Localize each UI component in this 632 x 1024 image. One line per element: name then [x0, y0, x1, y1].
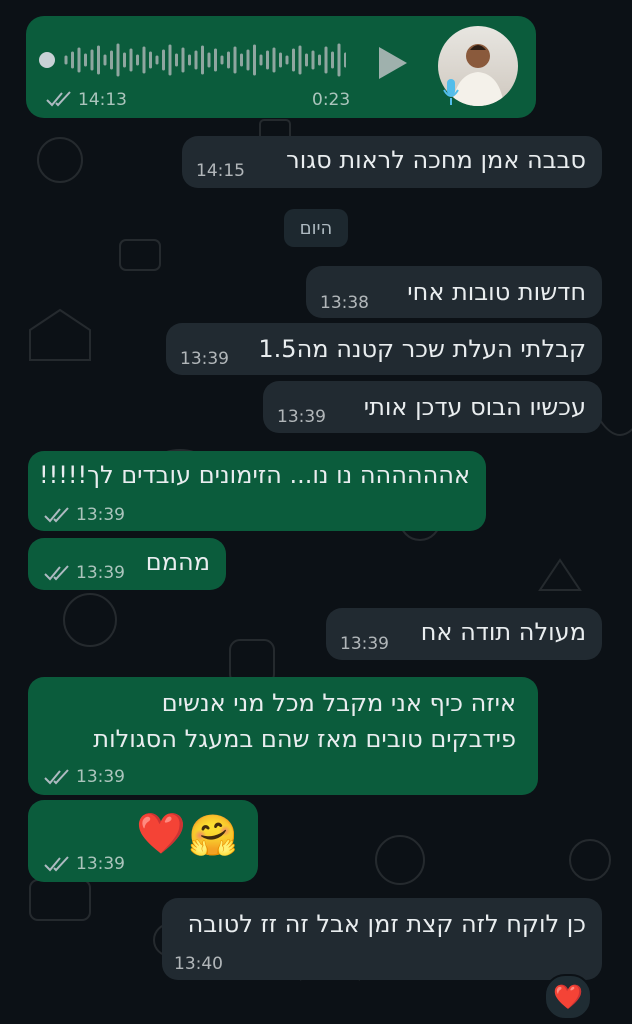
message-bubble[interactable]: כן לוקח לזה קצת זמן אבל זה זז לטובה 13:4…	[162, 898, 602, 980]
message-time: 13:39	[76, 505, 125, 525]
message-text: אהההההה נו נו... הזימונים עובדים לך!!!!!	[38, 461, 470, 489]
heart-reaction-icon: ❤️	[553, 983, 583, 1011]
message-text: סבבה אמן מחכה לראות סגור	[286, 146, 586, 174]
heart-emoji: ❤️	[136, 811, 186, 857]
read-ticks-icon	[44, 565, 69, 581]
message-time: 13:39	[76, 854, 125, 874]
message-text: כן לוקח לזה קצת זמן אבל זה זז לטובה	[187, 910, 586, 938]
message-bubble[interactable]: סבבה אמן מחכה לראות סגור 14:15	[182, 136, 602, 188]
message-time: 13:39	[180, 349, 229, 369]
play-icon[interactable]	[376, 45, 410, 81]
read-ticks-icon	[44, 856, 69, 872]
voice-message-bubble[interactable]: 14:13 0:23	[26, 16, 536, 118]
message-bubble[interactable]: מעולה תודה אח 13:39	[326, 608, 602, 660]
message-text: חדשות טובות אחי	[407, 278, 586, 306]
message-bubble[interactable]: ❤️ 🤗 13:39	[28, 800, 258, 882]
message-text: מעולה תודה אח	[420, 618, 586, 646]
read-ticks-icon	[46, 91, 71, 107]
message-text: מהמם	[145, 548, 210, 576]
message-bubble[interactable]: מהמם 13:39	[28, 538, 226, 590]
message-bubble[interactable]: איזה כיף אני מקבל מכל מני אנשים פידבקים …	[28, 677, 538, 795]
message-bubble[interactable]: עכשיו הבוס עדכן אותי 13:39	[263, 381, 602, 433]
voice-waveform[interactable]	[36, 40, 346, 80]
message-text-line2: פידבקים טובים מאז שהם במעגל הסגולות	[93, 725, 516, 753]
reaction-badge[interactable]: ❤️	[544, 974, 592, 1020]
mic-icon	[443, 79, 459, 105]
message-text: עכשיו הבוס עדכן אותי	[363, 393, 586, 421]
message-text: קבלתי העלת שכר קטנה מה1.5	[258, 335, 586, 363]
message-time: 14:15	[196, 161, 245, 181]
voice-sent-time: 14:13	[78, 90, 127, 110]
message-time: 13:38	[320, 293, 369, 313]
voice-duration: 0:23	[312, 90, 351, 110]
message-bubble[interactable]: חדשות טובות אחי 13:38	[306, 266, 602, 318]
message-bubble[interactable]: אהההההה נו נו... הזימונים עובדים לך!!!!!…	[28, 451, 486, 531]
message-time: 13:40	[174, 954, 223, 974]
hugging-face-emoji: 🤗	[188, 813, 238, 859]
message-time: 13:39	[76, 767, 125, 787]
message-time: 13:39	[340, 634, 389, 654]
message-time: 13:39	[277, 407, 326, 427]
read-ticks-icon	[44, 769, 69, 785]
date-divider: היום	[284, 209, 348, 247]
read-ticks-icon	[44, 507, 69, 523]
message-bubble[interactable]: קבלתי העלת שכר קטנה מה1.5 13:39	[166, 323, 602, 375]
message-text-line1: איזה כיף אני מקבל מכל מני אנשים	[161, 689, 516, 717]
message-time: 13:39	[76, 563, 125, 583]
